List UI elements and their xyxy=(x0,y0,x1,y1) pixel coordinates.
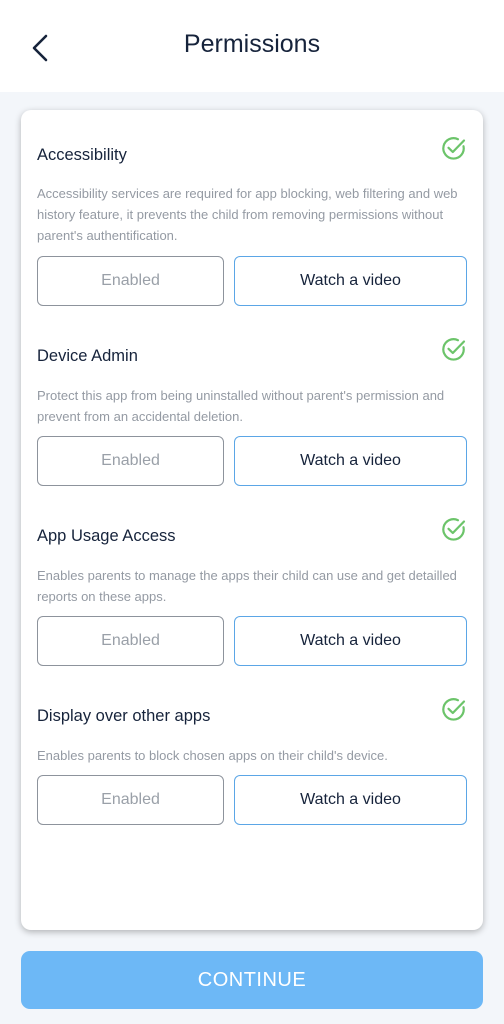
permission-title: Display over other apps xyxy=(37,707,211,725)
permission-description: Enables parents to manage the apps their… xyxy=(37,568,457,604)
enabled-button[interactable]: Enabled xyxy=(37,256,224,306)
permission-description: Accessibility services are required for … xyxy=(37,186,458,243)
enabled-button[interactable]: Enabled xyxy=(37,436,224,486)
permissions-card: Accessibility Accessibility services are… xyxy=(21,110,483,930)
watch-video-button[interactable]: Watch a video xyxy=(234,775,467,825)
app-header: Permissions xyxy=(0,0,504,92)
page-title: Permissions xyxy=(183,30,321,58)
permission-title: Device Admin xyxy=(37,347,138,365)
check-circle-icon xyxy=(442,137,466,160)
permission-title: Accessibility xyxy=(37,146,127,164)
permission-description: Enables parents to block chosen apps on … xyxy=(37,748,388,763)
watch-video-button[interactable]: Watch a video xyxy=(234,256,467,306)
enabled-button[interactable]: Enabled xyxy=(37,775,224,825)
watch-video-button[interactable]: Watch a video xyxy=(234,616,467,666)
check-circle-icon xyxy=(442,698,466,721)
check-circle-icon xyxy=(442,338,466,361)
permission-title: App Usage Access xyxy=(37,527,176,545)
permission-description: Protect this app from being uninstalled … xyxy=(37,388,445,424)
continue-button[interactable]: CONTINUE xyxy=(21,951,483,1009)
watch-video-button[interactable]: Watch a video xyxy=(234,436,467,486)
check-circle-icon xyxy=(442,518,466,541)
enabled-button[interactable]: Enabled xyxy=(37,616,224,666)
